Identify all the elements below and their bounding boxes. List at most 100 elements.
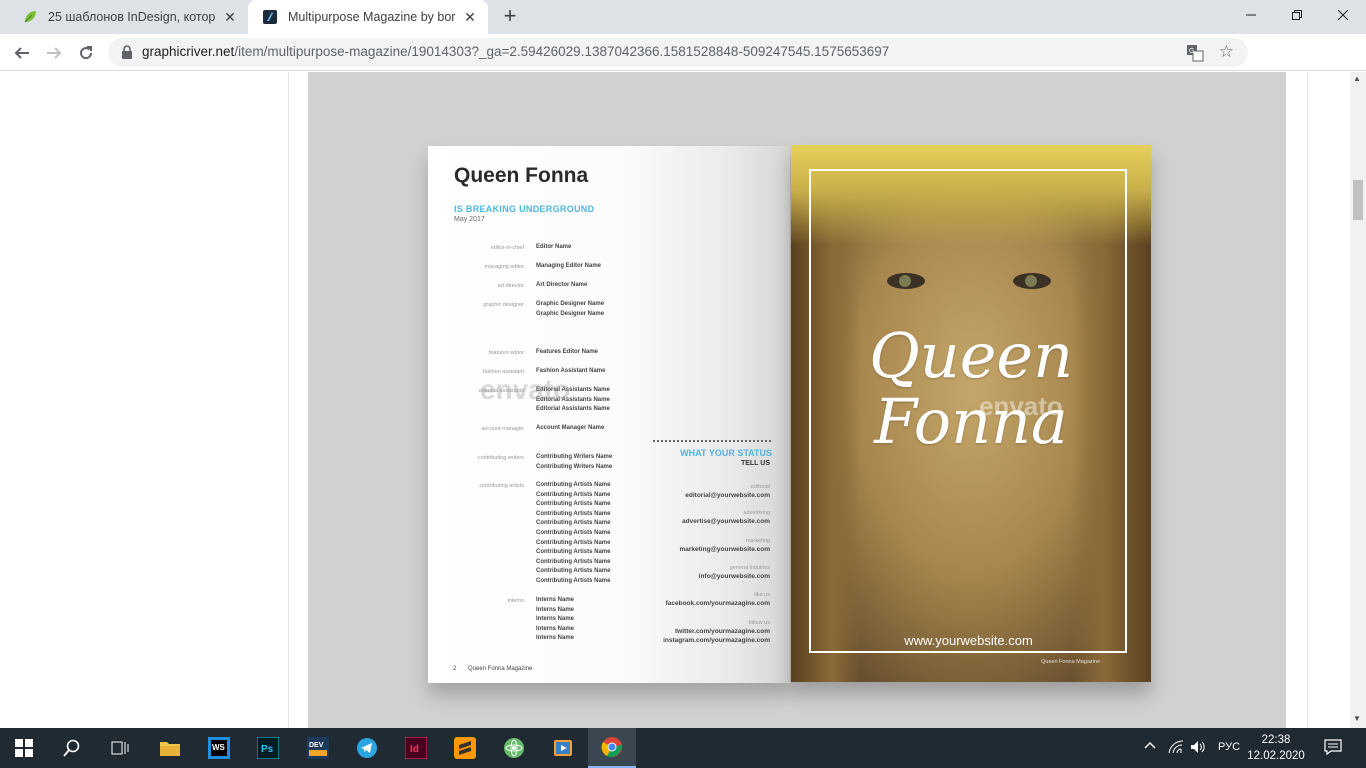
taskbar-telegram[interactable] [343, 728, 391, 768]
scroll-thumb[interactable] [1353, 180, 1363, 220]
envato-watermark: envato [979, 391, 1063, 421]
photoshop-icon: Ps [257, 737, 279, 759]
taskbar-file-explorer[interactable] [146, 728, 194, 768]
page-footer: Queen Fonna Magazine [468, 666, 533, 672]
search-icon [63, 739, 80, 757]
contact-label: like us [754, 592, 770, 598]
svg-text:Ps: Ps [261, 744, 274, 755]
url-text: graphicriver.net/item/multipurpose-magaz… [142, 44, 889, 59]
browser-toolbar: graphicriver.net/item/multipurpose-magaz… [0, 34, 1366, 96]
address-bar[interactable]: graphicriver.net/item/multipurpose-magaz… [108, 38, 1248, 67]
svg-text:WS: WS [212, 743, 226, 752]
credit-role: features editor [488, 350, 524, 356]
contact-label: editorial [750, 484, 770, 490]
back-button[interactable] [8, 39, 36, 67]
taskbar-atom[interactable] [490, 728, 538, 768]
credit-names: Account Manager Name [536, 425, 605, 431]
contact-value: facebook.com/yourmazagine.com [665, 600, 770, 607]
svg-text:Id: Id [410, 744, 419, 755]
close-icon [1338, 10, 1348, 20]
vertical-scrollbar[interactable]: ▲ ▼ [1350, 72, 1366, 728]
credit-names: Art Director Name [536, 282, 588, 288]
bookmark-star-icon[interactable]: ☆ [1219, 42, 1234, 62]
envato-icon [263, 10, 277, 24]
dotted-divider [653, 440, 771, 442]
svg-text:DEV: DEV [309, 742, 324, 749]
forward-button[interactable] [40, 39, 68, 67]
page-number: 2 [453, 666, 457, 672]
envato-watermark: envato [480, 374, 571, 405]
scroll-down-icon[interactable]: ▼ [1353, 714, 1361, 723]
translate-icon[interactable]: G [1186, 44, 1204, 62]
restore-button[interactable] [1274, 0, 1320, 30]
notifications-button[interactable] [1324, 739, 1342, 758]
close-tab-icon[interactable]: ✕ [222, 9, 238, 25]
magazine-title: Queen Fonna [454, 164, 589, 187]
magazine-left-page: Queen Fonna IS BREAKING UNDERGROUND May … [428, 146, 790, 683]
cover-footer: Queen Fonna Magazine [1041, 659, 1101, 665]
start-icon [15, 739, 33, 757]
taskbar-webstorm[interactable]: WS [195, 728, 243, 768]
show-hidden-icons[interactable] [1144, 739, 1156, 754]
status-heading: WHAT YOUR STATUS [680, 448, 772, 458]
clock-time: 22:38 [1261, 734, 1291, 746]
start-button[interactable] [0, 728, 48, 768]
system-clock[interactable]: 22:38 12.02.2020 [1246, 732, 1306, 764]
new-tab-button[interactable]: + [498, 5, 522, 29]
credit-names: Features Editor Name [536, 349, 599, 355]
clock-date: 12.02.2020 [1247, 750, 1305, 762]
cover-website: www.yourwebsite.com [904, 633, 1033, 648]
close-tab-icon[interactable]: ✕ [462, 9, 478, 25]
url-host: graphicriver.net [142, 44, 235, 59]
taskbar-photoshop[interactable]: Ps [244, 728, 292, 768]
chrome-icon [601, 737, 622, 757]
credit-role: account manager [481, 426, 525, 432]
status-subheading: TELL US [740, 460, 770, 467]
taskbar-sublime[interactable] [441, 728, 489, 768]
wifi-icon[interactable] [1168, 740, 1184, 757]
language-indicator[interactable]: РУС [1218, 741, 1240, 753]
devexpress-icon: DEV [307, 737, 329, 759]
windows-taskbar: WS Ps DEV Id РУС 22:38 12.02.2020 [0, 728, 1366, 768]
tab-indesign-templates[interactable]: 25 шаблонов InDesign, которые ✕ [8, 0, 248, 34]
atom-icon [504, 738, 524, 758]
minimize-button[interactable] [1228, 0, 1274, 30]
media-player-icon [554, 740, 572, 756]
file-explorer-icon [160, 742, 180, 756]
cover-title: Queen Fonna [868, 319, 1074, 458]
tab-title: Multipurpose Magazine by borie [288, 10, 456, 24]
contact-label: advertising [743, 510, 770, 516]
arrow-left-icon [14, 47, 29, 59]
taskbar-devexpress[interactable]: DEV [294, 728, 342, 768]
credit-names: Contributing Artists Name Contributing Ar… [536, 482, 611, 584]
sublime-icon [454, 737, 476, 759]
task-view-button[interactable] [96, 728, 144, 768]
taskbar-indesign[interactable]: Id [392, 728, 440, 768]
svg-text:G: G [1189, 48, 1194, 55]
scroll-up-icon[interactable]: ▲ [1353, 74, 1361, 83]
credit-names: Contributing Writers Name Contributing Wr… [536, 454, 613, 470]
magazine-date: May 2017 [454, 216, 485, 223]
contact-value: instagram.com/yourmazagine.com [663, 637, 770, 644]
credit-role: interns [507, 598, 524, 604]
taskbar-search-button[interactable] [48, 728, 96, 768]
contact-value: advertise@yourwebsite.com [682, 518, 770, 525]
magazine-cover-page: Queen Fonna envato www.yourwebsite.com Q… [791, 145, 1151, 682]
item-preview-image[interactable]: Queen Fonna IS BREAKING UNDERGROUND May … [308, 72, 1286, 728]
contact-value: info@yourwebsite.com [698, 573, 770, 580]
restore-icon [1292, 10, 1302, 20]
magazine-subtitle: IS BREAKING UNDERGROUND [454, 204, 595, 214]
credit-role: art director [497, 283, 524, 289]
tab-strip: 25 шаблонов InDesign, которые ✕ Multipur… [0, 0, 1366, 34]
close-window-button[interactable] [1320, 0, 1366, 30]
webstorm-icon: WS [208, 737, 230, 759]
volume-icon[interactable] [1190, 740, 1206, 757]
taskbar-chrome[interactable] [588, 728, 636, 768]
contact-value: editorial@yourwebsite.com [685, 492, 770, 499]
taskbar-media-player[interactable] [539, 728, 587, 768]
contact-label: marketing [745, 538, 770, 544]
reload-button[interactable] [72, 39, 100, 67]
tab-multipurpose-magazine[interactable]: Multipurpose Magazine by borie ✕ [248, 0, 488, 34]
credit-role: contributing artists [479, 483, 524, 489]
contact-label: follow us [748, 620, 770, 626]
